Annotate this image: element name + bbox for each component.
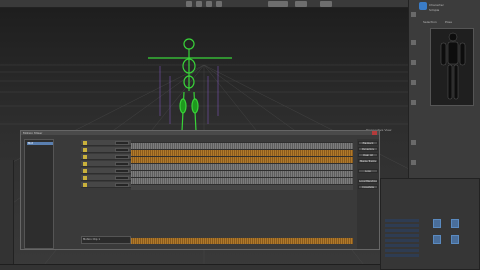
clip-name-field[interactable]: Motion Clip 1 <box>81 236 131 244</box>
lock-icon[interactable] <box>83 169 87 173</box>
merge-tracks-button[interactable]: Merge Tracks <box>358 159 378 163</box>
track-root-item[interactable]: Mot <box>27 142 53 145</box>
panel-tool-icon[interactable] <box>411 80 416 85</box>
left-toolbar <box>0 160 14 270</box>
track-control-row[interactable] <box>81 147 131 153</box>
list-item[interactable] <box>385 244 419 247</box>
track-control-row[interactable] <box>81 182 131 188</box>
viewport-mode-button[interactable] <box>268 1 288 7</box>
track-lane[interactable] <box>131 163 353 170</box>
list-item[interactable] <box>385 254 419 257</box>
track-control-row[interactable] <box>81 140 131 146</box>
thumbnail[interactable] <box>451 235 459 244</box>
mixer-side-buttons: Playback Dynamics Clear All Merge Tracks… <box>357 139 379 249</box>
track-control-row[interactable] <box>81 175 131 181</box>
panel-tool-icon[interactable] <box>411 12 416 17</box>
local-blending-button[interactable]: Local Blending <box>358 179 378 183</box>
track-lane[interactable] <box>131 177 353 184</box>
content-browser <box>380 178 480 270</box>
bottom-status-bar <box>0 264 380 270</box>
weight-field[interactable] <box>115 162 129 166</box>
timeline[interactable] <box>131 138 353 196</box>
weight-field[interactable] <box>115 148 129 152</box>
panel-tool-icon[interactable] <box>411 60 416 65</box>
track-control-row[interactable] <box>81 168 131 174</box>
panel-tool-icon[interactable] <box>411 40 416 45</box>
rotate-icon[interactable] <box>196 1 202 7</box>
track-lane[interactable] <box>131 170 353 177</box>
loop-button[interactable]: Loop <box>358 169 378 173</box>
motion-clip[interactable] <box>131 238 353 244</box>
display-button[interactable] <box>295 1 307 7</box>
track-lane[interactable] <box>131 142 353 149</box>
list-item[interactable] <box>385 229 419 232</box>
panel-tool-icon[interactable] <box>411 160 416 165</box>
select-icon[interactable] <box>216 1 222 7</box>
tab-pose[interactable]: Pose <box>445 20 452 24</box>
lock-icon[interactable] <box>83 183 87 187</box>
track-lane[interactable] <box>131 156 353 163</box>
lock-icon[interactable] <box>83 176 87 180</box>
track-control-row[interactable] <box>81 161 131 167</box>
character-skeleton[interactable] <box>140 36 250 141</box>
tab-selection[interactable]: Selection <box>423 20 437 24</box>
track-list[interactable]: Mot <box>24 139 54 249</box>
simple-label: Simple <box>429 8 440 12</box>
weight-field[interactable] <box>115 176 129 180</box>
window-title-bar[interactable]: Motion Mixer <box>21 131 379 135</box>
dynamics-button[interactable]: Dynamics <box>358 147 378 151</box>
bottom-track-lane[interactable] <box>131 238 353 244</box>
character-icon[interactable] <box>419 2 427 10</box>
lock-icon[interactable] <box>83 162 87 166</box>
playback-button[interactable]: Playback <box>358 141 378 145</box>
list-item[interactable] <box>385 239 419 242</box>
crossfade-button[interactable]: Crossfade <box>358 185 378 189</box>
camera-button[interactable] <box>320 1 332 7</box>
body-silhouette-icon <box>440 32 466 100</box>
move-icon[interactable] <box>186 1 192 7</box>
track-control-row[interactable] <box>81 154 131 160</box>
scale-icon[interactable] <box>206 1 212 7</box>
character-label: Character <box>429 3 444 7</box>
track-lane[interactable] <box>131 149 353 156</box>
character-preview[interactable] <box>430 28 474 106</box>
close-icon[interactable] <box>372 131 377 135</box>
thumbnail[interactable] <box>433 235 441 244</box>
list-item[interactable] <box>385 249 419 252</box>
lock-icon[interactable] <box>83 155 87 159</box>
lock-icon[interactable] <box>83 141 87 145</box>
window-title: Motion Mixer <box>23 131 43 135</box>
track-lane[interactable] <box>131 184 353 190</box>
weight-field[interactable] <box>115 169 129 173</box>
weight-field[interactable] <box>115 155 129 159</box>
panel-tool-icon[interactable] <box>411 100 416 105</box>
list-item[interactable] <box>385 219 419 222</box>
clear-all-button[interactable]: Clear All <box>358 153 378 157</box>
track-controls <box>81 140 131 192</box>
list-item[interactable] <box>385 224 419 227</box>
list-item[interactable] <box>385 234 419 237</box>
thumbnail[interactable] <box>433 219 441 228</box>
panel-tool-icon[interactable] <box>411 140 416 145</box>
lock-icon[interactable] <box>83 148 87 152</box>
weight-field[interactable] <box>115 183 129 187</box>
motion-mixer-window: Motion Mixer Mot Motion Clip 1 Playback … <box>20 130 380 250</box>
thumbnail[interactable] <box>451 219 459 228</box>
weight-field[interactable] <box>115 141 129 145</box>
